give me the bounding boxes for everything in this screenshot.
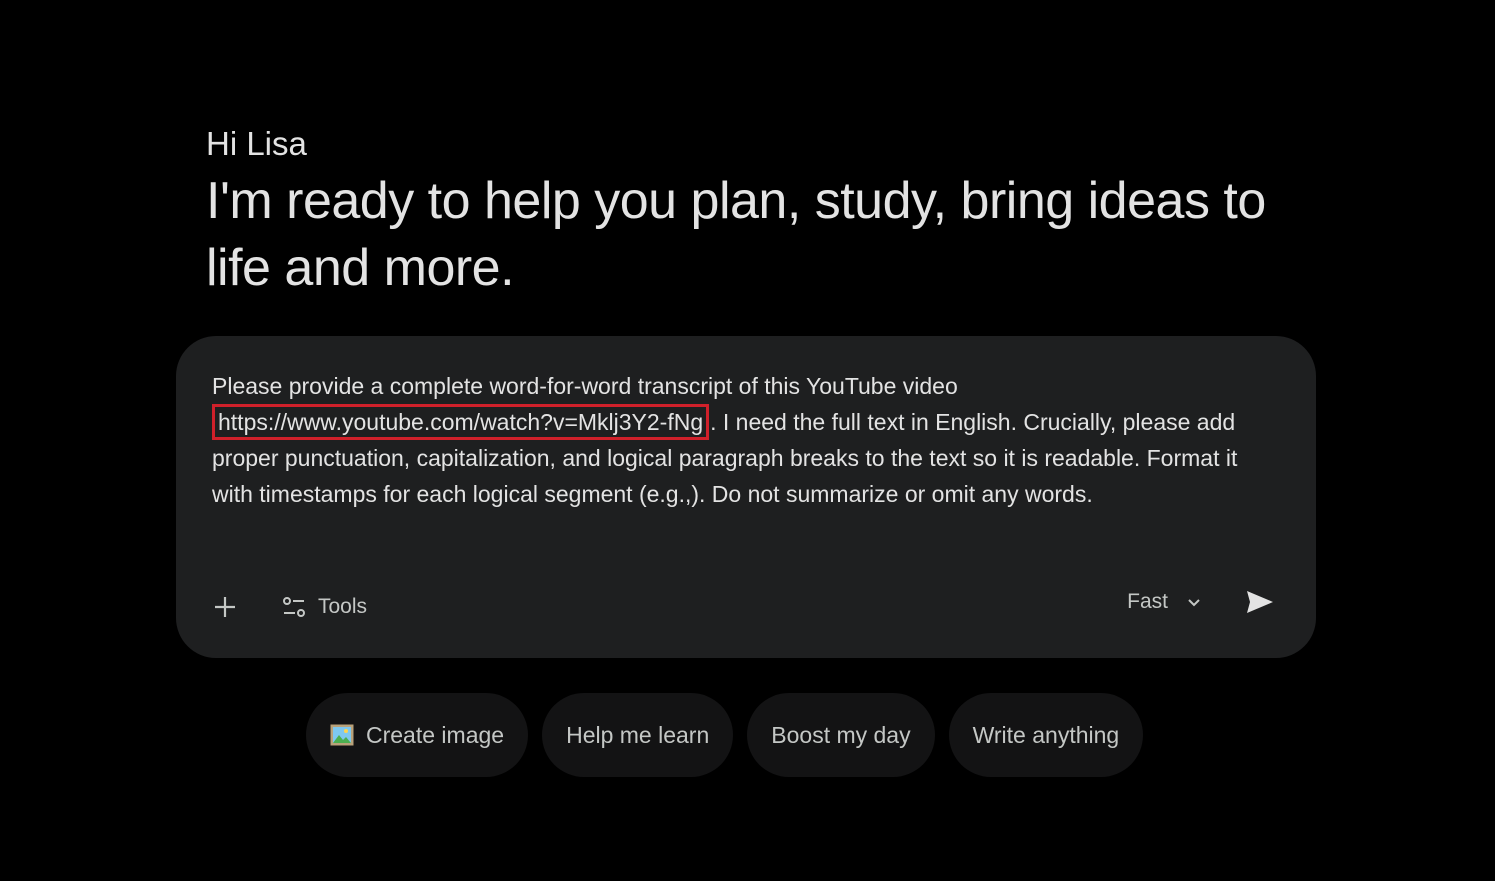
prompt-composer[interactable]: Please provide a complete word-for-word … xyxy=(176,336,1316,658)
prompt-text-before: Please provide a complete word-for-word … xyxy=(212,373,958,399)
model-selector[interactable]: Fast xyxy=(1127,590,1202,614)
chip-create-image[interactable]: Create image xyxy=(306,693,529,777)
chevron-down-icon xyxy=(1188,599,1200,607)
prompt-input[interactable]: Please provide a complete word-for-word … xyxy=(212,368,1272,512)
plus-icon xyxy=(215,597,235,617)
greeting: Hi Lisa xyxy=(206,125,307,162)
chip-boost-my-day[interactable]: Boost my day xyxy=(747,693,935,777)
framed-picture-icon xyxy=(330,724,354,746)
chip-label: Write anything xyxy=(972,721,1120,748)
chip-label: Boost my day xyxy=(771,721,911,748)
headline: I'm ready to help you plan, study, bring… xyxy=(206,172,1266,297)
prompt-url-highlighted: https://www.youtube.com/watch?v=Mklj3Y2-… xyxy=(212,404,710,440)
composer-toolbar-left: Tools xyxy=(208,590,367,624)
composer-toolbar-right: Fast xyxy=(1127,586,1276,618)
chip-help-me-learn[interactable]: Help me learn xyxy=(542,693,734,777)
tools-sliders-icon xyxy=(283,597,305,617)
add-button[interactable] xyxy=(208,590,242,624)
chip-write-anything[interactable]: Write anything xyxy=(948,693,1144,777)
send-button[interactable] xyxy=(1244,586,1276,618)
suggestion-chips: Create image Help me learn Boost my day … xyxy=(306,693,1157,777)
chip-label: Create image xyxy=(366,721,505,748)
model-label: Fast xyxy=(1127,590,1168,613)
tools-button[interactable]: Tools xyxy=(282,595,367,619)
send-icon xyxy=(1247,591,1273,613)
chip-label: Help me learn xyxy=(566,721,710,748)
tools-label: Tools xyxy=(318,595,368,618)
